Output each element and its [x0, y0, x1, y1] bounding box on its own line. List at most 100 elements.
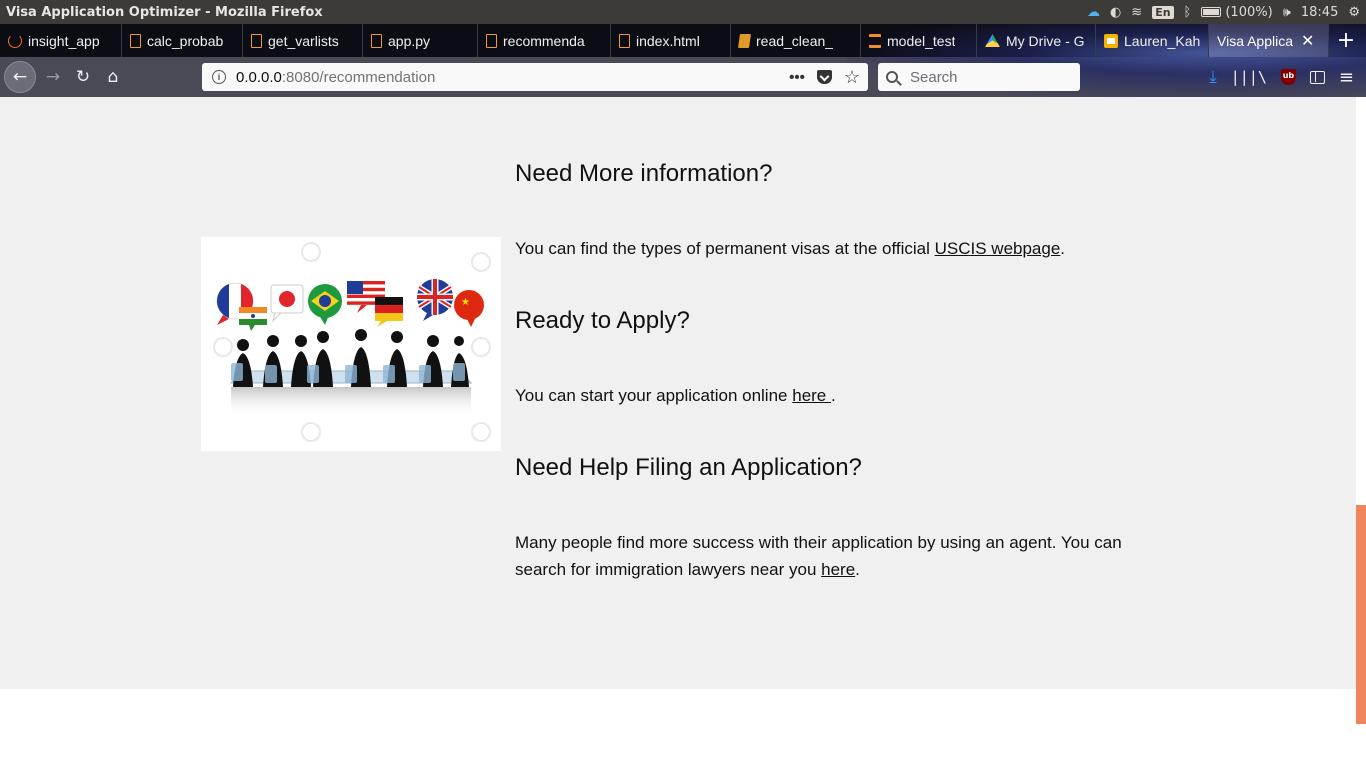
home-icon: ⌂	[107, 67, 119, 87]
tab-label: calc_probab	[147, 32, 224, 49]
svg-text:★: ★	[461, 297, 470, 308]
battery-icon[interactable]	[1201, 7, 1222, 17]
browser-tab[interactable]: Lauren_Kah	[1096, 24, 1209, 57]
pocket-icon[interactable]	[816, 70, 832, 84]
back-button[interactable]: ←	[4, 61, 36, 93]
settings-gear-icon[interactable]: ⚙	[1348, 5, 1360, 20]
system-top-panel: Visa Application Optimizer - Mozilla Fir…	[0, 0, 1366, 24]
book-icon	[738, 33, 751, 48]
browser-tab[interactable]: Visa Applica ✕	[1209, 24, 1329, 57]
tab-label: My Drive - G	[1006, 32, 1085, 49]
tab-label: index.html	[636, 32, 700, 49]
drive-icon	[985, 34, 1000, 47]
scrollbar-thumb[interactable]	[1356, 505, 1366, 724]
window-title: Visa Application Optimizer - Mozilla Fir…	[6, 4, 323, 20]
immigration-lawyers-link[interactable]: here	[821, 560, 855, 579]
page-actions-icon[interactable]: •••	[789, 69, 805, 86]
clock[interactable]: 18:45	[1301, 5, 1338, 20]
slides-icon	[1104, 33, 1118, 48]
text-fragment: .	[855, 560, 860, 579]
volume-icon[interactable]: 🕪	[1283, 5, 1291, 20]
browser-tab[interactable]: My Drive - G	[977, 24, 1096, 57]
browser-tab[interactable]: model_test	[861, 24, 977, 57]
multinational-meeting-illustration: ★	[201, 237, 501, 451]
apply-online-link[interactable]: here	[792, 386, 831, 405]
section-heading-need-help: Need Help Filing an Application?	[515, 454, 862, 481]
file-icon	[486, 33, 497, 48]
web-page-viewport: ★ Need More information? You can find th…	[0, 97, 1356, 768]
library-icon[interactable]: |||\	[1231, 68, 1267, 86]
hamburger-menu-icon[interactable]: ≡	[1339, 67, 1354, 88]
tabs-container: insight_app calc_probab get_varlists app.py…	[0, 24, 1329, 57]
flag-india-icon	[239, 307, 267, 331]
flag-brazil-icon	[308, 284, 342, 325]
ublock-origin-icon[interactable]: ub	[1280, 69, 1296, 85]
arrow-right-icon: →	[45, 67, 61, 87]
system-tray: ☁ ◐ ≋ En ᛒ (100%) 🕪 18:45 ⚙	[1087, 0, 1360, 24]
bluetooth-icon[interactable]: ᛒ	[1184, 5, 1192, 20]
file-icon	[619, 33, 630, 48]
tab-label: app.py	[388, 32, 431, 49]
reload-icon: ↻	[75, 67, 91, 87]
browser-tab-strip: insight_app calc_probab get_varlists app.py…	[0, 24, 1366, 57]
skype-icon[interactable]: ☁	[1087, 5, 1100, 20]
file-icon	[130, 33, 141, 48]
reload-button[interactable]: ↻	[68, 62, 98, 92]
arrow-left-icon: ←	[12, 67, 28, 87]
flag-germany-icon	[375, 297, 403, 327]
keyboard-language-indicator[interactable]: En	[1152, 5, 1174, 19]
browser-tab[interactable]: app.py	[363, 24, 478, 57]
toolbar-right-buttons: ⤓ |||\ ub ≡	[1209, 57, 1366, 97]
browser-tab[interactable]: calc_probab	[122, 24, 243, 57]
section-text-need-help: Many people find more success with their…	[515, 529, 1155, 583]
url-bar-actions: ••• ☆	[789, 63, 860, 91]
uscis-webpage-link[interactable]: USCIS webpage	[935, 239, 1061, 258]
browser-tab[interactable]: index.html	[611, 24, 731, 57]
tab-label: get_varlists	[268, 32, 339, 49]
url-host: 0.0.0.0	[236, 68, 282, 86]
recommendation-section: ★ Need More information? You can find th…	[0, 97, 1356, 689]
tab-label: read_clean_	[756, 32, 834, 49]
search-bar[interactable]: Search	[878, 63, 1080, 91]
browser-tab[interactable]: recommenda	[478, 24, 611, 57]
new-tab-button[interactable]: +	[1329, 24, 1363, 57]
navigation-toolbar: ← → ↻ ⌂ i 0.0.0.0:8080/recommendation ••…	[0, 57, 1366, 97]
dropbox-icon[interactable]: ◐	[1110, 5, 1121, 20]
browser-tab[interactable]: insight_app	[0, 24, 122, 57]
search-icon	[886, 71, 898, 83]
tab-label: insight_app	[28, 32, 100, 49]
text-fragment: You can find the types of permanent visa…	[515, 239, 935, 258]
download-icon[interactable]: ⤓	[1209, 67, 1217, 87]
section-heading-more-info: Need More information?	[515, 160, 773, 187]
text-fragment: .	[830, 386, 836, 405]
sidebar-toggle-icon[interactable]	[1309, 70, 1325, 84]
file-icon	[371, 33, 382, 48]
page-scrollbar[interactable]	[1356, 97, 1366, 768]
search-placeholder: Search	[910, 68, 958, 86]
section-text-more-info: You can find the types of permanent visa…	[515, 235, 1155, 262]
text-fragment: You can start your application online	[515, 386, 793, 405]
file-icon	[251, 33, 262, 48]
site-info-icon[interactable]: i	[212, 70, 226, 84]
home-button[interactable]: ⌂	[98, 62, 128, 92]
tab-label: Visa Applica	[1217, 32, 1294, 49]
close-tab-icon[interactable]: ✕	[1301, 31, 1314, 51]
flag-uk-icon	[417, 279, 453, 321]
text-fragment: Many people find more success with their…	[515, 533, 1122, 579]
text-fragment: .	[1060, 239, 1066, 258]
section-text-ready-to-apply: You can start your application online he…	[515, 382, 1155, 409]
wifi-icon[interactable]: ≋	[1131, 5, 1142, 20]
tab-label: recommenda	[503, 32, 585, 49]
meeting-flags-image: ★	[213, 242, 491, 442]
flag-japan-icon	[270, 284, 304, 323]
bookmark-star-icon[interactable]: ☆	[844, 67, 860, 88]
url-path: :8080/recommendation	[281, 68, 436, 86]
tab-label: model_test	[887, 32, 956, 49]
forward-button[interactable]: →	[38, 62, 68, 92]
browser-tab[interactable]: get_varlists	[243, 24, 363, 57]
flag-china-icon: ★	[454, 290, 484, 327]
browser-tab[interactable]: read_clean_	[731, 24, 861, 57]
battery-percent: (100%)	[1225, 4, 1273, 20]
url-bar[interactable]: i 0.0.0.0:8080/recommendation ••• ☆	[202, 63, 868, 91]
section-heading-ready-to-apply: Ready to Apply?	[515, 307, 690, 334]
